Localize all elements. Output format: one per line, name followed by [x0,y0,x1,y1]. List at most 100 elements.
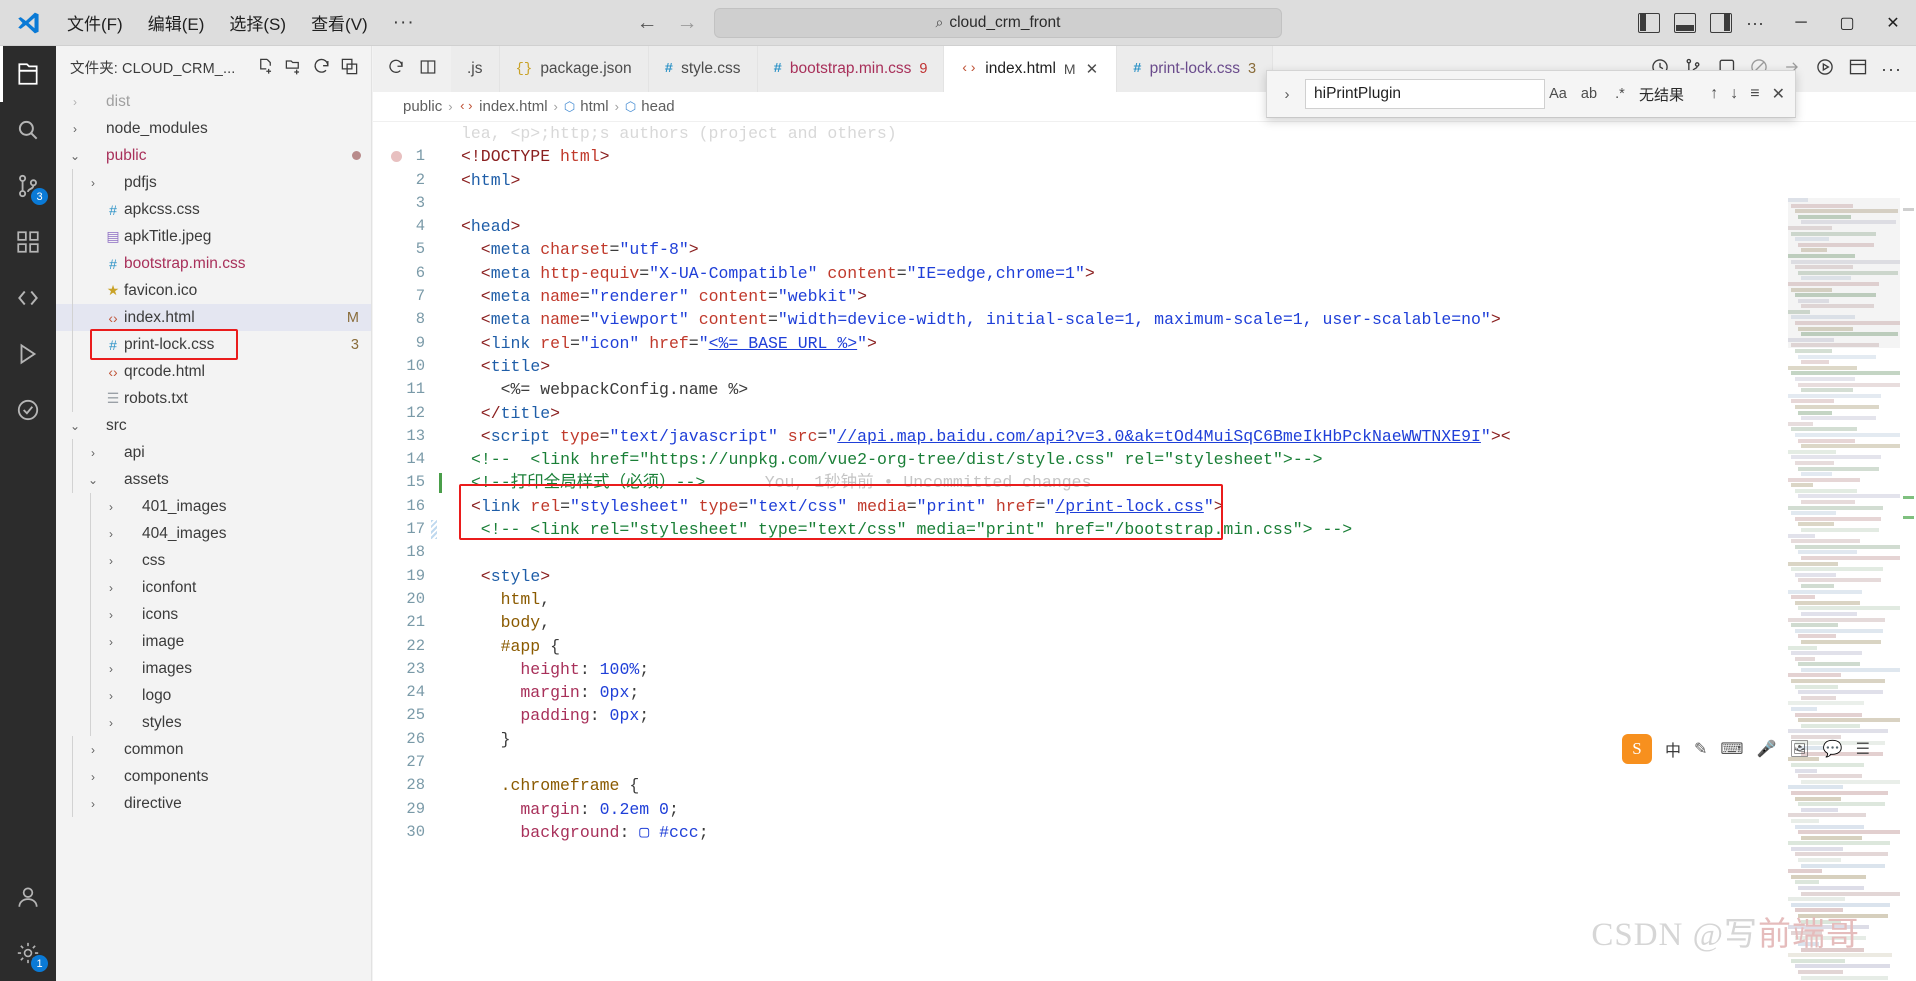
use-regex-icon[interactable]: .* [1609,86,1631,102]
code-line-30[interactable]: 30 background: ▢ #ccc; [373,821,1916,844]
chevron-icon[interactable]: › [84,743,102,757]
tree-item-icons[interactable]: › icons [56,601,371,628]
tree-item-401-images[interactable]: › 401_images [56,493,371,520]
match-case-icon[interactable]: Aa [1547,86,1569,102]
activity-accounts[interactable] [0,869,56,925]
code-line-22[interactable]: 22 #app { [373,635,1916,658]
chevron-icon[interactable]: › [84,797,102,811]
new-folder-icon[interactable] [284,57,305,78]
chevron-icon[interactable]: › [102,527,120,541]
tree-item-print-lock-css[interactable]: # print-lock.css 3 [56,331,371,358]
breadcrumb-item-html[interactable]: ⬡ html [564,98,609,115]
ime-menu-icon[interactable]: ☰ [1856,739,1870,759]
tree-item-logo[interactable]: › logo [56,682,371,709]
split-editor-icon[interactable] [419,58,437,81]
tree-item-api[interactable]: › api [56,439,371,466]
tree-item-index-html[interactable]: ‹› index.html M [56,304,371,331]
code-line-10[interactable]: 10 <title> [373,355,1916,378]
chevron-icon[interactable]: › [102,581,120,595]
sogou-logo-icon[interactable]: S [1621,734,1652,764]
tree-item-images[interactable]: › images [56,655,371,682]
toggle-secondary-sidebar-icon[interactable] [1710,12,1733,33]
tab--js[interactable]: .js [451,46,500,92]
tree-item-favicon-ico[interactable]: ★ favicon.ico [56,277,371,304]
match-whole-word-icon[interactable]: ab [1578,86,1600,102]
code-line-25[interactable]: 25 padding: 0px; [373,704,1916,727]
find-close-icon[interactable]: ✕ [1772,84,1785,104]
chevron-icon[interactable]: › [66,95,84,109]
code-line-23[interactable]: 23 height: 100%; [373,658,1916,681]
chevron-icon[interactable]: › [102,554,120,568]
code-line-18[interactable]: 18 [373,541,1916,564]
refresh-explorer-icon[interactable] [312,57,333,78]
code-editor[interactable]: lea, <p>;http;s authors (project and oth… [373,122,1916,981]
activity-explorer[interactable] [0,46,56,102]
tree-item-pdfjs[interactable]: › pdfjs [56,169,371,196]
chevron-icon[interactable]: › [84,770,102,784]
chevron-icon[interactable]: › [84,176,102,190]
find-next-icon[interactable]: ↓ [1730,85,1738,103]
code-line-17[interactable]: 17 <!-- <link rel="stylesheet" type="tex… [373,518,1916,541]
refresh-icon[interactable] [387,58,405,81]
chevron-icon[interactable]: › [102,635,120,649]
chevron-icon[interactable]: › [102,500,120,514]
code-line-29[interactable]: 29 margin: 0.2em 0; [373,798,1916,821]
find-input[interactable]: hiPrintPlugin [1305,79,1545,109]
code-line-21[interactable]: 21 body, [373,611,1916,634]
tree-item-src[interactable]: ⌄ src [56,412,371,439]
chevron-icon[interactable]: ⌄ [84,473,102,487]
run-preview-icon[interactable] [1815,57,1835,82]
ime-toolbar[interactable]: S 中 ✎ ⌨ 🎤 🖼 💬 ☰ [1612,729,1880,769]
toggle-panel-icon[interactable] [1674,12,1697,33]
activity-settings[interactable]: 1 [0,925,56,981]
chevron-icon[interactable]: › [102,689,120,703]
activity-testing[interactable] [0,382,56,438]
code-line-4[interactable]: 4 <head> [373,215,1916,238]
ime-mode-label[interactable]: 中 [1665,737,1681,761]
tree-item-css[interactable]: › css [56,547,371,574]
tab-print-lock-css[interactable]: # print-lock.css 3 [1117,46,1274,92]
nav-forward-icon[interactable]: → [674,11,700,35]
find-expand-icon[interactable]: › [1277,86,1297,103]
code-line-2[interactable]: 2 <html> [373,169,1916,192]
chevron-icon[interactable]: › [102,716,120,730]
ime-screenshot-icon[interactable]: 🖼 [1789,739,1809,759]
minimap-slider[interactable] [1788,198,1900,348]
activity-code-brackets[interactable] [0,270,56,326]
breadcrumb-item-head[interactable]: ⬡ head [625,98,675,115]
tree-item-qrcode-html[interactable]: ‹› qrcode.html [56,358,371,385]
tree-item-apktitle-jpeg[interactable]: ▤ apkTitle.jpeg [56,223,371,250]
chevron-icon[interactable]: › [66,122,84,136]
code-line-13[interactable]: 13 <script type="text/javascript" src="/… [373,425,1916,448]
toggle-primary-sidebar-icon[interactable] [1638,12,1661,33]
code-line-20[interactable]: 20 html, [373,588,1916,611]
tree-item-directive[interactable]: › directive [56,790,371,817]
code-line-3[interactable]: 3 [373,192,1916,215]
code-line-7[interactable]: 7 <meta name="renderer" content="webkit"… [373,285,1916,308]
code-line-28[interactable]: 28 .chromeframe { [373,774,1916,797]
activity-extensions[interactable] [0,214,56,270]
code-line-5[interactable]: 5 <meta charset="utf-8"> [373,238,1916,261]
new-file-icon[interactable] [256,57,277,78]
tab-index-html[interactable]: ‹› index.html M ✕ [944,46,1118,92]
code-line-11[interactable]: 11 <%= webpackConfig.name %> [373,378,1916,401]
tree-item-public[interactable]: ⌄ public [56,142,371,169]
ime-emoji-icon[interactable]: 💬 [1823,739,1843,759]
tree-item-common[interactable]: › common [56,736,371,763]
tree-item-components[interactable]: › components [56,763,371,790]
chevron-icon[interactable]: ⌄ [66,149,84,163]
ime-handwriting-icon[interactable]: ✎ [1694,739,1707,759]
quick-open-input[interactable]: ⌕ cloud_crm_front [714,7,1282,38]
code-line-8[interactable]: 8 <meta name="viewport" content="width=d… [373,308,1916,331]
tree-item-node-modules[interactable]: › node_modules [56,115,371,142]
find-in-selection-icon[interactable]: ≡ [1750,85,1759,103]
code-line-9[interactable]: 9 <link rel="icon" href="<%= BASE_URL %>… [373,332,1916,355]
activity-search[interactable] [0,102,56,158]
file-tree[interactable]: › dist › node_modules ⌄ public › pdfjs # apkcss.c… [56,88,371,817]
tree-item-styles[interactable]: › styles [56,709,371,736]
chevron-icon[interactable]: ⌄ [66,419,84,433]
tab-package-json[interactable]: {} package.json [499,46,649,92]
tab-style-css[interactable]: # style.css [648,46,758,92]
code-line-14[interactable]: 14 <!-- <link href="https://unpkg.com/vue… [373,448,1916,471]
find-previous-icon[interactable]: ↑ [1710,85,1718,103]
